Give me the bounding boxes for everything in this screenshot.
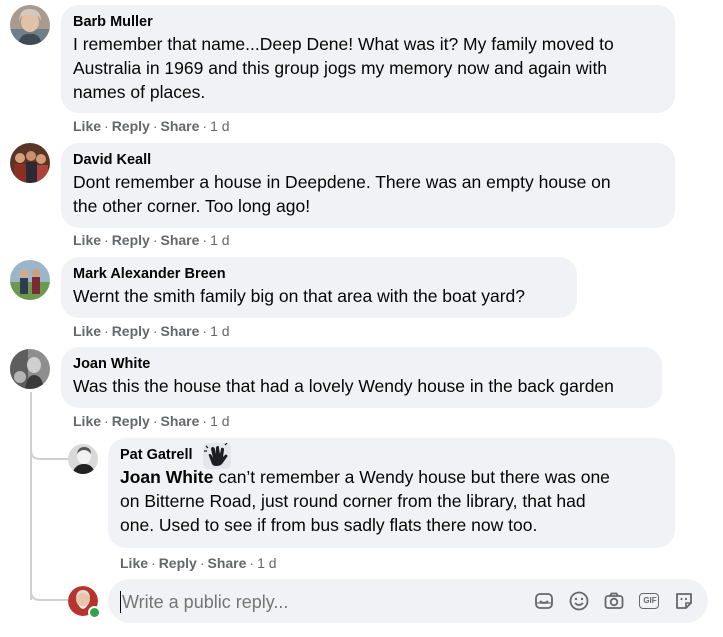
avatar-barb-muller[interactable] <box>10 5 50 45</box>
separator-dot: · <box>202 118 208 134</box>
comment-bubble: Mark Alexander Breen Wernt the smith fam… <box>61 257 577 318</box>
comment-text-line: Dont remember a house in Deepdene. There… <box>73 172 611 192</box>
reply-composer[interactable]: GIF <box>108 579 708 623</box>
share-button[interactable]: Share <box>160 413 199 429</box>
separator-dot: · <box>104 413 109 429</box>
comment-actions: Like · Reply · Share · 1 d <box>73 322 230 340</box>
like-button[interactable]: Like <box>73 323 101 339</box>
comment-actions: Like · Reply · Share · 1 d <box>73 412 230 430</box>
comment-text: I remember that name...Deep Dene! What w… <box>73 32 663 104</box>
separator-dot: · <box>152 413 158 429</box>
comment-bubble: Joan White Was this the house that had a… <box>61 347 662 408</box>
reply-author[interactable]: Pat Gatrell <box>120 446 193 465</box>
comment-text: Was this the house that had a lovely Wen… <box>73 374 650 398</box>
separator-dot: · <box>202 232 208 248</box>
thread-line <box>30 392 32 600</box>
timestamp[interactable]: 1 d <box>210 323 229 339</box>
thread-curve <box>30 584 68 601</box>
group-expert-badge[interactable] <box>203 443 231 469</box>
share-button[interactable]: Share <box>160 232 199 248</box>
share-button[interactable]: Share <box>160 323 199 339</box>
sticker-icon[interactable] <box>533 590 555 612</box>
avatar-david-keall[interactable] <box>10 143 50 183</box>
share-button[interactable]: Share <box>160 118 199 134</box>
timestamp[interactable]: 1 d <box>257 555 276 571</box>
online-status-dot <box>88 606 101 619</box>
reply-input[interactable] <box>120 589 424 615</box>
reply-button[interactable]: Reply <box>112 323 150 339</box>
camera-icon[interactable] <box>603 590 625 612</box>
comment-text-line: Was this the house that had a lovely Wen… <box>73 376 614 396</box>
comment-text-line: Australia in 1969 and this group jogs my… <box>73 58 608 78</box>
comment-bubble: David Keall Dont remember a house in Dee… <box>61 143 675 228</box>
separator-dot: · <box>152 118 158 134</box>
comment-actions: Like · Reply · Share · 1 d <box>73 231 230 249</box>
reply-text-line: Joan White can’t remember a Wendy house … <box>120 465 663 489</box>
comment-text-line: names of places. <box>73 82 206 102</box>
reply-bubble: Pat Gatrell Joan White can’t remember a … <box>108 438 675 548</box>
share-button[interactable]: Share <box>207 555 246 571</box>
avatar-mark-alexander-breen[interactable] <box>10 260 50 300</box>
like-button[interactable]: Like <box>120 555 148 571</box>
comment-text: Dont remember a house in Deepdene. There… <box>73 170 663 218</box>
separator-dot: · <box>249 555 255 571</box>
avatar-pat-gatrell[interactable] <box>68 444 98 474</box>
like-button[interactable]: Like <box>73 413 101 429</box>
comment-text-line: I remember that name...Deep Dene! What w… <box>73 34 614 54</box>
reply-text-fragment: can’t remember a Wendy house but there w… <box>213 467 610 487</box>
timestamp[interactable]: 1 d <box>210 118 229 134</box>
reply-text: Joan White can’t remember a Wendy house … <box>120 465 663 537</box>
comment-text-line: the other corner. Too long ago! <box>73 196 311 216</box>
comment-author[interactable]: Barb Muller <box>73 13 153 32</box>
separator-dot: · <box>104 323 109 339</box>
avatar-joan-white[interactable] <box>10 349 50 389</box>
comment-author[interactable]: David Keall <box>73 151 151 170</box>
reply-text-line: one. Used to see if from bus sadly flats… <box>120 515 538 535</box>
thread-curve <box>30 440 68 460</box>
comment-actions: Like · Reply · Share · 1 d <box>73 117 230 135</box>
text-caret <box>120 591 121 613</box>
comment-text: Wernt the smith family big on that area … <box>73 284 565 308</box>
comment-bubble: Barb Muller I remember that name...Deep … <box>61 5 675 113</box>
avatar-current-user[interactable] <box>68 586 101 619</box>
gif-label: GIF <box>643 596 657 605</box>
mention-link[interactable]: Joan White <box>120 467 213 487</box>
separator-dot: · <box>152 323 158 339</box>
emoji-icon[interactable] <box>568 590 590 612</box>
separator-dot: · <box>151 555 156 571</box>
separator-dot: · <box>199 555 205 571</box>
comment-author[interactable]: Mark Alexander Breen <box>73 265 226 284</box>
like-button[interactable]: Like <box>73 118 101 134</box>
reply-button[interactable]: Reply <box>112 413 150 429</box>
reply-button[interactable]: Reply <box>112 232 150 248</box>
reply-text-line: on Bitterne Road, just round corner from… <box>120 491 586 511</box>
separator-dot: · <box>202 413 208 429</box>
timestamp[interactable]: 1 d <box>210 413 229 429</box>
avatar-sticker-icon[interactable] <box>673 590 695 612</box>
gif-icon[interactable]: GIF <box>638 590 660 612</box>
comment-text-line: Wernt the smith family big on that area … <box>73 286 525 306</box>
waving-hand-icon <box>204 443 228 466</box>
reply-button[interactable]: Reply <box>159 555 197 571</box>
separator-dot: · <box>104 118 109 134</box>
comment-author[interactable]: Joan White <box>73 355 150 374</box>
like-button[interactable]: Like <box>73 232 101 248</box>
separator-dot: · <box>152 232 158 248</box>
timestamp[interactable]: 1 d <box>210 232 229 248</box>
separator-dot: · <box>104 232 109 248</box>
reply-button[interactable]: Reply <box>112 118 150 134</box>
separator-dot: · <box>202 323 208 339</box>
reply-actions: Like · Reply · Share · 1 d <box>120 554 277 572</box>
